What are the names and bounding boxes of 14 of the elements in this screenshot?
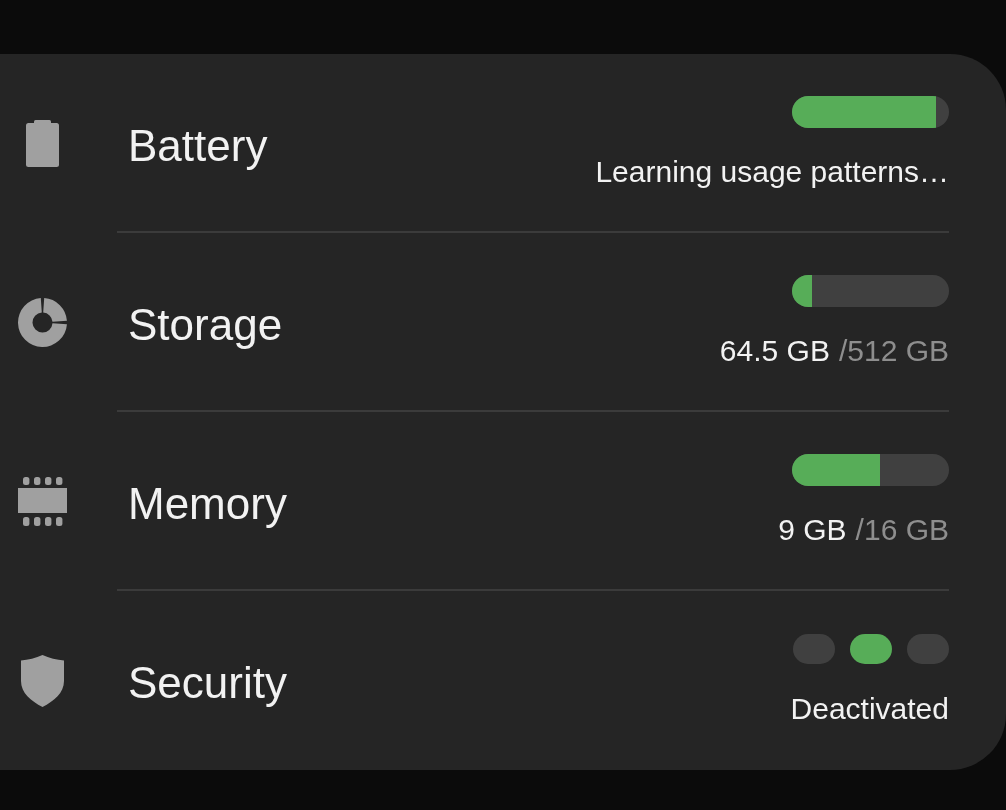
row-label: Memory (127, 477, 287, 530)
total-amount: /16 GB (855, 511, 949, 548)
status-text: Learning usage patterns… (595, 153, 949, 190)
total-amount: /512 GB (838, 332, 949, 369)
row-label: Storage (127, 298, 283, 351)
shield-icon (21, 654, 64, 707)
status-text: Deactivated (790, 690, 949, 727)
chip-icon (18, 477, 67, 526)
row-label: Security (127, 656, 287, 709)
used-amount: 9 GB (778, 511, 847, 548)
row-label: Battery (127, 119, 268, 172)
used-amount: 64.5 GB (719, 332, 830, 369)
battery-icon (26, 120, 59, 167)
pie-chart-icon (18, 298, 67, 347)
